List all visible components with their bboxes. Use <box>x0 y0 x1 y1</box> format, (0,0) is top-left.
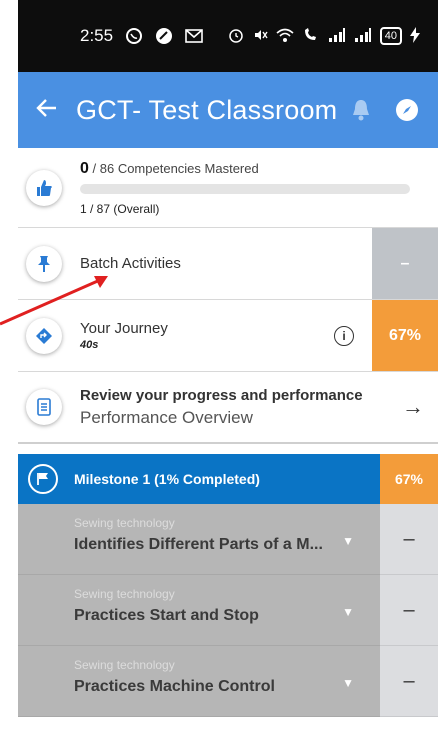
arrow-right-icon: → <box>402 394 424 419</box>
overall-count: 1 / 87 (Overall) <box>80 201 160 216</box>
task-category: Sewing technology <box>74 658 175 672</box>
batch-activities-status: – <box>372 228 438 299</box>
bell-icon <box>353 100 369 121</box>
status-bar: 2:55 40 <box>18 0 438 72</box>
signal-icon <box>328 27 346 45</box>
task-item[interactable]: Sewing technology Practices Machine Cont… <box>18 646 438 717</box>
annotation-arrow-icon <box>0 276 108 326</box>
mute-icon <box>252 27 268 46</box>
notifications-button[interactable] <box>348 97 374 123</box>
thumbs-up-icon <box>26 169 62 206</box>
caret-down-icon[interactable]: ▼ <box>342 534 354 548</box>
battery-indicator: 40 <box>379 27 402 45</box>
task-name: Identifies Different Parts of a M... <box>74 536 323 553</box>
flag-icon <box>28 464 58 494</box>
alarm-icon <box>228 27 244 46</box>
back-button[interactable] <box>36 95 76 126</box>
task-category: Sewing technology <box>74 587 175 601</box>
notification-icon <box>153 25 175 47</box>
charging-icon <box>410 26 420 46</box>
task-item[interactable]: Sewing technology Practices Start and St… <box>18 575 438 646</box>
app-bar: GCT- Test Classroom <box>18 72 438 148</box>
journey-percent: 67% <box>372 300 438 371</box>
task-category: Sewing technology <box>74 516 175 530</box>
caret-down-icon[interactable]: ▼ <box>342 605 354 619</box>
whatsapp-icon <box>123 25 145 47</box>
review-subtitle: Performance Overview <box>80 407 253 427</box>
task-list: Sewing technology Identifies Different P… <box>18 504 438 717</box>
milestone-label: Milestone 1 (1% Completed) <box>74 471 260 487</box>
task-status: – <box>380 504 438 575</box>
review-title: Review your progress and performance <box>80 386 363 404</box>
wifi-icon <box>276 27 294 46</box>
milestone-header[interactable]: Milestone 1 (1% Completed) 67% <box>18 454 438 504</box>
task-item[interactable]: Sewing technology Identifies Different P… <box>18 504 438 575</box>
gmail-icon <box>183 25 205 47</box>
page-title: GCT- Test Classroom <box>76 94 338 125</box>
status-icons-right: 40 <box>228 26 420 46</box>
explore-button[interactable] <box>394 97 420 123</box>
wifi-call-icon <box>302 27 320 46</box>
mastered-label: / 86 Competencies Mastered <box>88 160 259 176</box>
performance-overview-row[interactable]: Review your progress and performance Per… <box>18 372 438 444</box>
task-status: – <box>380 646 438 717</box>
caret-down-icon[interactable]: ▼ <box>342 676 354 690</box>
competencies-mastered: 0 / 86 Competencies Mastered <box>80 160 426 178</box>
task-name: Practices Start and Stop <box>74 607 259 624</box>
back-arrow-icon <box>36 98 56 117</box>
task-status: – <box>380 575 438 646</box>
status-time: 2:55 <box>80 26 114 45</box>
competency-summary[interactable]: 0 / 86 Competencies Mastered 1 / 87 (Ove… <box>18 148 438 228</box>
mastered-count: 0 <box>80 159 89 177</box>
task-name: Practices Machine Control <box>74 678 275 695</box>
competency-progress-bar <box>80 183 410 194</box>
document-icon <box>26 389 62 425</box>
compass-icon <box>396 99 418 121</box>
info-icon[interactable]: i <box>334 326 354 346</box>
milestone-percent: 67% <box>380 454 438 504</box>
signal-icon <box>354 27 372 45</box>
app-frame: 2:55 40 GCT- Test Classroom 0 / 86 Compe… <box>18 0 438 740</box>
